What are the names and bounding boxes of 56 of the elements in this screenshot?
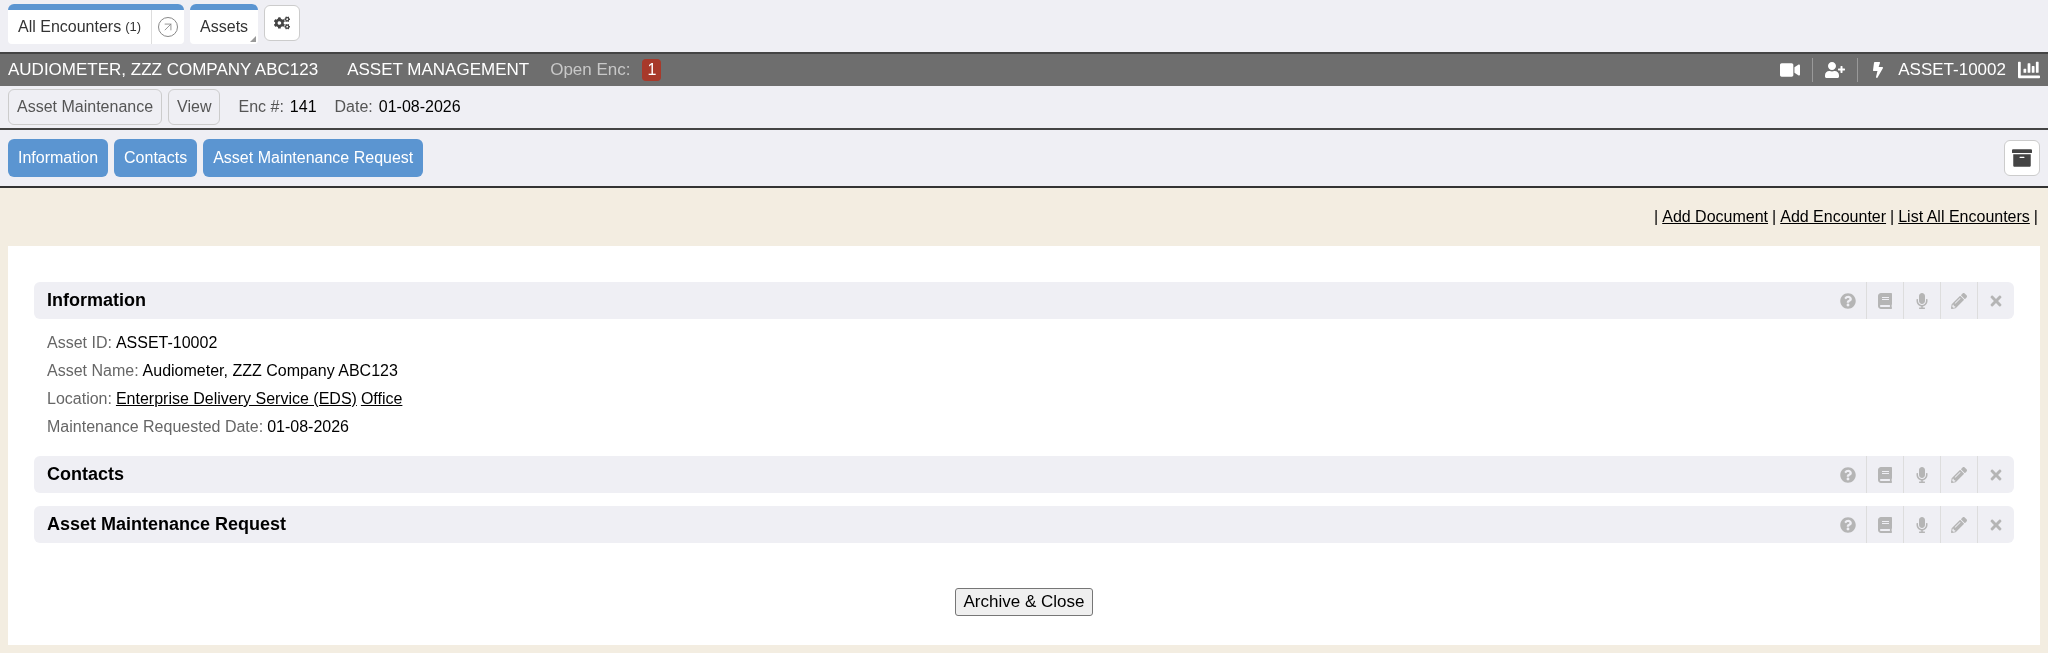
location-link[interactable]: Office xyxy=(360,387,403,411)
book-icon[interactable] xyxy=(1877,516,1893,533)
video-camera-icon[interactable] xyxy=(1780,60,1801,80)
tab-label: All Encounters xyxy=(18,17,122,37)
separator: | xyxy=(1772,207,1777,227)
section-title: Information xyxy=(47,289,146,312)
separator: | xyxy=(2033,207,2038,227)
microphone-icon[interactable] xyxy=(1914,516,1930,533)
action-link[interactable]: Add Encounter xyxy=(1780,205,1887,229)
add-user-icon[interactable] xyxy=(1825,60,1846,80)
section-title: Contacts xyxy=(47,463,124,486)
encounter-button[interactable]: Asset Maintenance xyxy=(8,89,163,125)
field-value: Audiometer, ZZZ Company ABC123 xyxy=(142,361,398,381)
tab-count: (1) xyxy=(125,18,142,37)
field-value: ASSET-10002 xyxy=(115,333,218,353)
book-icon[interactable] xyxy=(1877,466,1893,483)
field-label: Maintenance Requested Date: xyxy=(47,417,264,437)
microphone-icon[interactable] xyxy=(1914,292,1930,309)
help-icon[interactable] xyxy=(1839,516,1856,533)
field-label: Asset ID: xyxy=(47,333,112,353)
asset-id-label: ASSET-10002 xyxy=(1898,59,2006,82)
top-tab[interactable]: All Encounters (1) xyxy=(8,4,185,44)
archive-box-icon xyxy=(2012,148,2032,168)
encounter-button[interactable]: View xyxy=(168,89,221,125)
date-label: Date: xyxy=(334,97,373,117)
pencil-icon[interactable] xyxy=(1951,292,1967,309)
open-enc-label: Open Enc: xyxy=(550,59,631,82)
archive-close-button[interactable]: Archive & Close xyxy=(954,588,1094,616)
settings-button[interactable] xyxy=(264,5,301,41)
module-title: ASSET MANAGEMENT xyxy=(347,59,530,82)
location-link[interactable]: Enterprise Delivery Service (EDS) xyxy=(115,387,357,411)
field-value: 01-08-2026 xyxy=(267,417,349,437)
separator: | xyxy=(1654,207,1659,227)
help-icon[interactable] xyxy=(1839,292,1856,309)
corner-caret-icon xyxy=(250,36,257,42)
action-link[interactable]: List All Encounters xyxy=(1898,205,2030,229)
microphone-icon[interactable] xyxy=(1914,466,1930,483)
enc-label: Enc #: xyxy=(238,97,284,117)
help-icon[interactable] xyxy=(1839,466,1856,483)
open-enc-badge[interactable]: 1 xyxy=(642,59,662,81)
pencil-icon[interactable] xyxy=(1951,516,1967,533)
action-link[interactable]: Add Document xyxy=(1662,205,1769,229)
date-value: 01-08-2026 xyxy=(378,97,461,117)
top-tab[interactable]: Assets xyxy=(190,4,259,44)
field-label: Location: xyxy=(47,389,112,409)
gears-icon xyxy=(274,15,291,31)
archive-button[interactable] xyxy=(2004,140,2040,176)
bar-chart-icon[interactable] xyxy=(2018,59,2040,81)
enc-value: 141 xyxy=(289,97,317,117)
tab-label: Assets xyxy=(200,17,249,37)
book-icon[interactable] xyxy=(1877,292,1893,309)
field-label: Asset Name: xyxy=(47,361,139,381)
separator: | xyxy=(1890,207,1895,227)
record-title: AUDIOMETER, ZZZ COMPANY ABC123 xyxy=(8,59,319,82)
pencil-icon[interactable] xyxy=(1951,466,1967,483)
section-title: Asset Maintenance Request xyxy=(47,513,287,536)
